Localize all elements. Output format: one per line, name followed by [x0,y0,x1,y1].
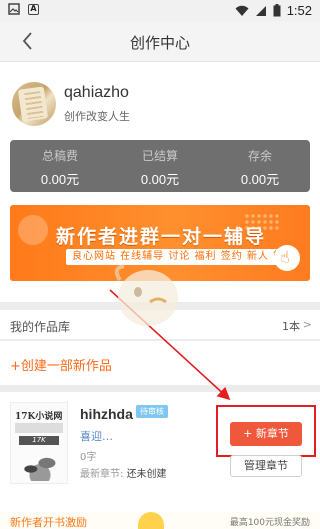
latest-chapter: 最新章节: 还未创建 [80,465,167,480]
wifi-icon [235,5,249,16]
avatar[interactable] [12,82,56,126]
works-section-title: 我的作品库 [10,320,71,334]
stat-balance: 存余 0.00元 [210,140,310,192]
latest-chapter-label: 最新章节: [80,469,124,480]
status-badge: 待审核 [136,405,168,418]
chevron-right-icon: > [302,318,312,331]
status-time: 1:52 [286,3,312,18]
status-bar: A 1:52 [0,0,320,22]
stat-value: 0.00元 [40,172,80,187]
stat-label: 已结算 [141,149,178,163]
create-new-work-link[interactable]: +创建一部新作品 [10,355,112,374]
image-icon [8,3,20,15]
pointing-hand-icon [274,245,300,271]
manage-chapters-button[interactable]: 管理章节 [230,455,302,477]
a-icon: A [28,3,39,15]
signal-icon [255,5,266,16]
promo-left-text: 新作者开书激励 [10,516,87,529]
cover-ink-art [17,451,63,481]
new-chapter-button[interactable]: + 新章节 [230,422,302,446]
works-section-header[interactable]: 我的作品库 1本 > [0,310,320,340]
book-cover[interactable]: 17K小说网 17K [10,402,68,484]
banner-subtitle: 良心网站 在线辅导 讨论 福利 签约 新人 能 [66,249,291,265]
stat-value: 0.00元 [240,172,280,187]
battery-icon [273,4,281,17]
work-item[interactable]: 17K小说网 17K hihzhda 待审核 喜迎… 0字 最新章节: 还未创建… [0,392,320,512]
create-work-row: +创建一部新作品 [0,341,320,385]
earnings-panel: 总稿费 0.00元 已结算 0.00元 存余 0.00元 [10,140,310,192]
promo-banner[interactable]: 新作者进群一对一辅导 良心网站 在线辅导 讨论 福利 签约 新人 能 [10,205,310,281]
status-left-icons: A [8,3,39,15]
cover-brand: 17K小说网 [15,412,63,422]
word-count: 0字 [80,452,97,463]
promo-right-text: 最高100元现金奖励 [229,518,310,528]
mascot-icon [138,512,164,529]
works-count: 1本 [282,320,300,333]
banner-decoration [18,215,48,245]
stat-value: 0.00元 [140,172,180,187]
stat-settled: 已结算 0.00元 [110,140,210,192]
user-motto: 创作改变人生 [64,110,130,123]
top-navbar: 创作中心 [0,22,320,62]
banner-title: 新作者进群一对一辅导 [56,226,267,248]
cover-logo: 17K [19,436,59,445]
book-title: hihzhda [80,406,133,422]
stat-total-fee: 总稿费 0.00元 [10,140,110,192]
bottom-promo-bar[interactable]: 新作者开书激励 最高100元现金奖励 [0,512,320,529]
page-title: 创作中心 [129,34,190,52]
username: qahiazho [64,84,129,101]
profile-card: qahiazho 创作改变人生 总稿费 0.00元 已结算 0.00元 存余 0… [0,62,320,302]
latest-chapter-value: 还未创建 [126,469,167,480]
status-right-icons: 1:52 [235,3,312,18]
stat-label: 总稿费 [41,149,78,163]
stat-label: 存余 [247,149,272,163]
book-description: 喜迎… [80,430,113,443]
cover-tagline [15,423,63,433]
